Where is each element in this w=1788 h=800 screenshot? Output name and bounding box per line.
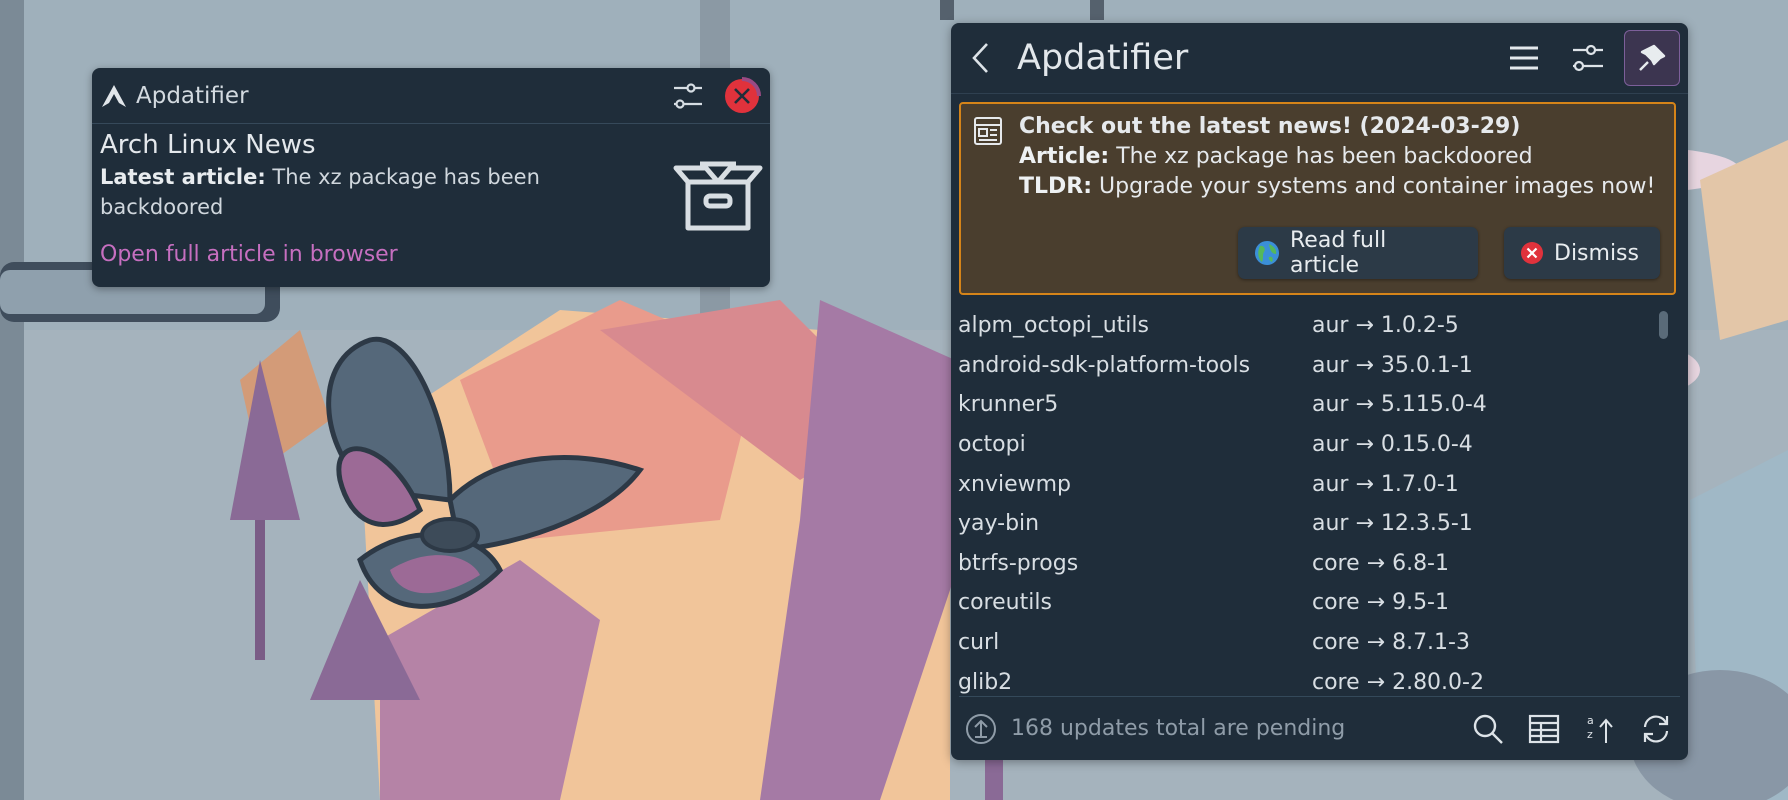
list-item[interactable]: yay-bin aur → 12.3.5-1 [951, 504, 1688, 544]
search-icon[interactable] [1464, 705, 1512, 753]
package-version: core → 2.80.0-2 [1312, 669, 1484, 695]
notification-message: Latest article: The xz package has been … [100, 165, 540, 219]
close-icon[interactable] [722, 76, 762, 116]
list-item[interactable]: octopi aur → 0.15.0-4 [951, 425, 1688, 465]
news-tldr: TLDR: Upgrade your systems and container… [1019, 174, 1656, 199]
news-heading: Check out the latest news! (2024-03-29) [1019, 114, 1521, 139]
list-item[interactable]: xnviewmp aur → 1.7.0-1 [951, 464, 1688, 504]
news-banner: Check out the latest news! (2024-03-29) … [959, 102, 1676, 295]
sliders-icon[interactable] [668, 76, 708, 116]
read-full-article-button[interactable]: Read full article [1238, 227, 1478, 279]
sort-icon[interactable]: a z [1576, 705, 1624, 753]
package-version: aur → 35.0.1-1 [1312, 352, 1473, 378]
news-text: Check out the latest news! (2024-03-29) … [1019, 112, 1655, 202]
back-icon[interactable] [971, 42, 991, 74]
package-name: alpm_octopi_utils [958, 313, 1149, 339]
package-version: core → 9.5-1 [1312, 590, 1449, 616]
package-version: aur → 12.3.5-1 [1312, 511, 1473, 537]
list-item[interactable]: btrfs-progs core → 6.8-1 [951, 544, 1688, 584]
open-article-link[interactable]: Open full article in browser [100, 242, 762, 267]
read-full-article-label: Read full article [1290, 228, 1387, 278]
view-icon[interactable] [1520, 705, 1568, 753]
scrollbar-thumb[interactable] [1659, 311, 1668, 339]
package-name: android-sdk-platform-tools [958, 352, 1251, 378]
package-box-icon [672, 160, 764, 238]
close-circle-icon [1520, 241, 1544, 265]
notification-app-name: Apdatifier [136, 82, 249, 109]
list-item[interactable]: curl core → 8.7.1-3 [951, 623, 1688, 663]
list-item[interactable]: krunner5 aur → 5.115.0-4 [951, 385, 1688, 425]
package-version: aur → 1.7.0-1 [1312, 471, 1459, 497]
scrollbar[interactable] [1654, 306, 1668, 711]
apdatifier-widget: Apdatifier Check out the latest news! (2… [951, 23, 1688, 760]
package-name: octopi [958, 432, 1026, 458]
notification-title: Arch Linux News [100, 130, 316, 160]
package-name: coreutils [958, 590, 1052, 616]
widget-title: Apdatifier [1017, 38, 1189, 78]
package-name: xnviewmp [958, 471, 1072, 497]
package-version: aur → 5.115.0-4 [1312, 392, 1487, 418]
package-name: krunner5 [958, 392, 1059, 418]
package-version: core → 8.7.1-3 [1312, 630, 1470, 656]
pin-icon[interactable] [1624, 30, 1680, 86]
package-version: aur → 0.15.0-4 [1312, 432, 1473, 458]
refresh-icon[interactable] [1632, 705, 1680, 753]
arch-logo-icon [102, 84, 126, 107]
globe-icon [1254, 240, 1280, 266]
package-name: btrfs-progs [958, 550, 1079, 576]
notification-popup: Apdatifier Arch Linux News Latest articl… [92, 68, 770, 287]
update-status-icon [965, 713, 997, 745]
widget-footer: 168 updates total are pending a z [959, 696, 1680, 760]
package-version: aur → 1.0.2-5 [1312, 313, 1459, 339]
dismiss-button[interactable]: Dismiss [1504, 227, 1660, 279]
package-version: core → 6.8-1 [1312, 550, 1449, 576]
list-item[interactable]: coreutils core → 9.5-1 [951, 583, 1688, 623]
sliders-icon[interactable] [1560, 30, 1616, 86]
svg-text:a: a [1587, 714, 1594, 727]
svg-text:z: z [1587, 728, 1593, 741]
menu-icon[interactable] [1496, 30, 1552, 86]
newspaper-icon [973, 116, 1003, 150]
package-list: alpm_octopi_utils aur → 1.0.2-5 android-… [951, 306, 1688, 711]
news-article: Article: The xz package has been backdoo… [1019, 144, 1533, 169]
package-name: glib2 [958, 669, 1013, 695]
package-name: yay-bin [958, 511, 1040, 537]
package-name: curl [958, 630, 1000, 656]
updates-status-text: 168 updates total are pending [1011, 716, 1346, 741]
dismiss-label: Dismiss [1554, 240, 1639, 266]
list-item[interactable]: android-sdk-platform-tools aur → 35.0.1-… [951, 346, 1688, 386]
list-item[interactable]: alpm_octopi_utils aur → 1.0.2-5 [951, 306, 1688, 346]
notification-header: Apdatifier [92, 68, 770, 124]
widget-header: Apdatifier [951, 23, 1688, 94]
